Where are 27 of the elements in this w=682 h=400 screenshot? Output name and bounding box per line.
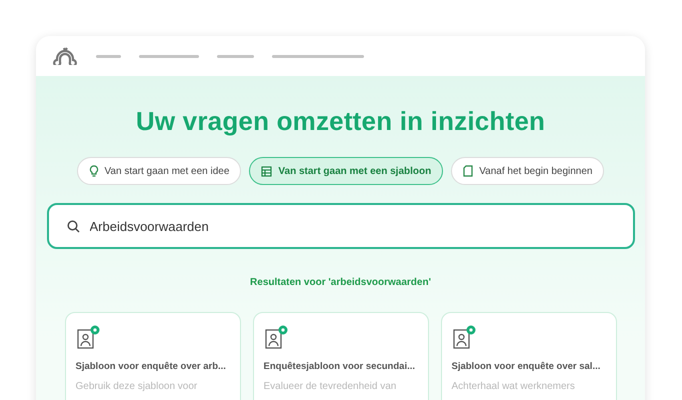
page-icon bbox=[463, 165, 474, 177]
option-tab[interactable]: Van start gaan met een sjabloon bbox=[249, 157, 444, 185]
nav-placeholder-line bbox=[139, 54, 199, 58]
template-card[interactable]: Enquêtesjabloon voor secundai... Evalueer de tevredenheid van bbox=[252, 312, 428, 400]
card-title: Sjabloon voor enquête over sal... bbox=[452, 361, 600, 374]
lightbulb-icon bbox=[88, 165, 98, 177]
person-badge-icon bbox=[264, 325, 288, 349]
person-badge-icon bbox=[452, 325, 476, 349]
page-title: Uw vragen omzetten in inzichten bbox=[136, 106, 546, 137]
nav-placeholder-line bbox=[217, 54, 254, 58]
card-title: Sjabloon voor enquête over arb... bbox=[76, 361, 226, 374]
option-tab[interactable]: Vanaf het begin beginnen bbox=[451, 157, 604, 185]
search-icon bbox=[66, 220, 80, 232]
monkey-logo-icon bbox=[52, 47, 78, 65]
option-tab[interactable]: Van start gaan met een idee bbox=[76, 157, 242, 185]
results-heading: Resultaten voor 'arbeidsvoorwaarden' bbox=[250, 277, 431, 288]
card-description: Evalueer de tevredenheid van bbox=[264, 381, 398, 392]
person-badge-icon bbox=[76, 325, 100, 349]
table-icon bbox=[261, 166, 272, 176]
card-description: Achterhaal wat werknemers bbox=[452, 381, 576, 392]
card-description: Gebruik deze sjabloon voor bbox=[76, 381, 198, 392]
template-card[interactable]: Sjabloon voor enquête over arb... Gebruik deze sjabloon voor bbox=[64, 312, 240, 400]
card-title: Enquêtesjabloon voor secundai... bbox=[264, 361, 415, 374]
search-field[interactable]: Arbeidsvoorwaarden bbox=[46, 203, 634, 249]
search-input[interactable]: Arbeidsvoorwaarden bbox=[88, 218, 614, 234]
nav-placeholder-line bbox=[96, 54, 121, 58]
template-card[interactable]: Sjabloon voor enquête over sal... Achterhaal wat werknemers bbox=[440, 312, 616, 400]
